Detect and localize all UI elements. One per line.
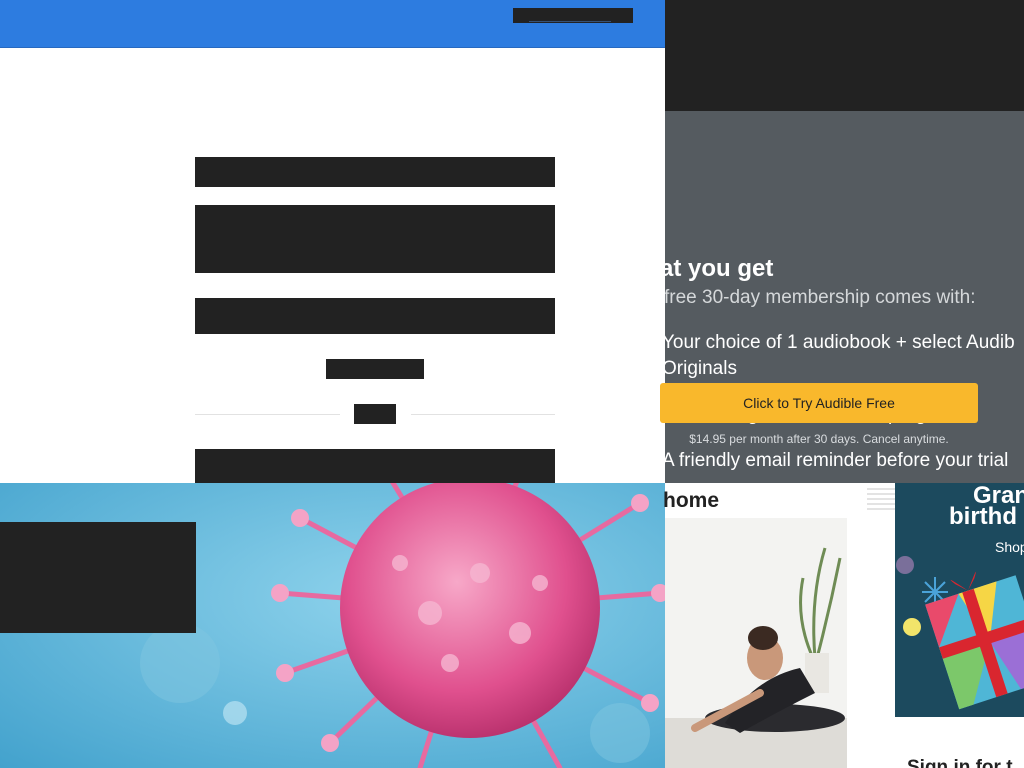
sign-in-panel bbox=[0, 0, 665, 483]
promo-title: at you get bbox=[665, 255, 774, 282]
redacted-secondary-button[interactable] bbox=[195, 449, 555, 483]
redacted-hero-caption bbox=[0, 522, 196, 633]
birthday-gift-ad[interactable]: Gran birthd Shop bbox=[895, 483, 1024, 717]
top-bar bbox=[0, 0, 665, 48]
gift-ad-shop-link[interactable]: Shop bbox=[995, 539, 1024, 555]
divider-left bbox=[195, 414, 340, 415]
promo-subtitle: free 30-day membership comes with: bbox=[665, 287, 976, 308]
promo-item-text-cont: Originals bbox=[665, 358, 737, 379]
yoga-image[interactable] bbox=[665, 518, 847, 768]
promo-item-reminder: A friendly email reminder before your tr… bbox=[665, 450, 1009, 471]
promo-item-audiobook: Your choice of 1 audiobook + select Audi… bbox=[665, 330, 1015, 382]
redacted-heading bbox=[195, 157, 555, 187]
redacted-link[interactable] bbox=[326, 359, 424, 379]
promo-item-text: Your choice of 1 audiobook + select Audi… bbox=[665, 332, 1015, 353]
promo-fine-print: $14.95 per month after 30 days. Cancel a… bbox=[689, 432, 949, 446]
redacted-ad-header bbox=[665, 0, 1024, 111]
redacted-primary-button[interactable] bbox=[195, 298, 555, 334]
redacted-divider-label bbox=[354, 404, 396, 424]
try-audible-button[interactable]: Click to Try Audible Free bbox=[660, 383, 978, 423]
sign-in-prompt[interactable]: Sign in for t bbox=[907, 757, 1013, 768]
audible-promo: at you get free 30-day membership comes … bbox=[665, 111, 1024, 483]
decorative-stripes bbox=[867, 486, 897, 514]
divider-right bbox=[411, 414, 555, 415]
redacted-nav-item[interactable] bbox=[513, 8, 633, 23]
article-heading[interactable]: home bbox=[663, 489, 719, 513]
redacted-description bbox=[195, 205, 555, 273]
gift-ad-title-cont: birthd bbox=[949, 503, 1017, 530]
